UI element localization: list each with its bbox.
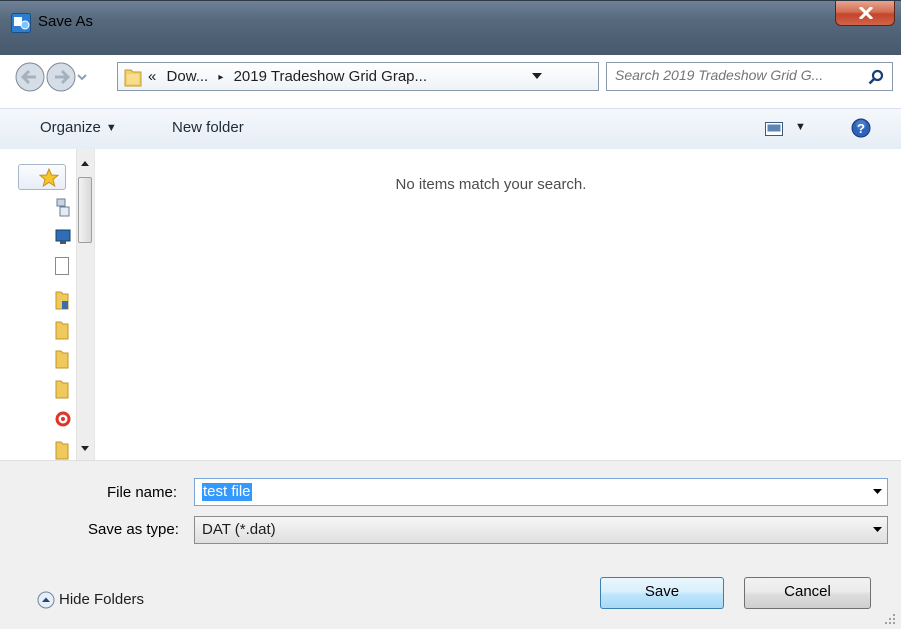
breadcrumb-separator-icon[interactable]: ▸ xyxy=(218,72,223,83)
search-box[interactable] xyxy=(606,62,893,91)
address-bar[interactable]: « Dow... ▸ 2019 Tradeshow Grid Grap... xyxy=(117,62,695,91)
folder-icon xyxy=(124,69,142,87)
save-as-type-dropdown-icon[interactable] xyxy=(873,527,882,532)
file-name-dropdown-icon[interactable] xyxy=(873,489,882,494)
title-bar[interactable]: Save As xyxy=(0,0,901,55)
search-input[interactable] xyxy=(615,67,860,83)
breadcrumb-downloads[interactable]: Dow... xyxy=(167,68,209,85)
scrollbar-thumb[interactable] xyxy=(78,177,92,243)
help-icon[interactable]: ? xyxy=(851,118,871,138)
empty-results-message: No items match your search. xyxy=(395,176,587,193)
chevron-up-circle-icon xyxy=(37,591,55,609)
file-name-combobox[interactable]: test file xyxy=(194,478,888,506)
folder-icon[interactable] xyxy=(55,320,69,340)
views-icon[interactable] xyxy=(765,122,783,136)
cancel-button[interactable]: Cancel xyxy=(744,577,871,609)
save-as-type-value: DAT (*.dat) xyxy=(202,521,276,538)
folder-icon[interactable] xyxy=(55,379,69,399)
navigation-pane-scrollbar[interactable] xyxy=(76,149,94,460)
folder-icon[interactable] xyxy=(55,440,69,460)
navigation-buttons xyxy=(14,60,114,94)
back-arrow-icon[interactable] xyxy=(15,62,45,92)
recent-pages-chevron-icon[interactable] xyxy=(77,74,87,81)
file-name-label: File name: xyxy=(107,484,178,501)
save-button[interactable]: Save xyxy=(600,577,724,609)
address-dropdown-icon[interactable] xyxy=(532,73,542,79)
resize-grip-icon[interactable] xyxy=(884,613,896,625)
file-list-area[interactable]: No items match your search. xyxy=(95,149,901,460)
save-as-type-select[interactable]: DAT (*.dat) xyxy=(194,516,888,544)
save-options-panel: File name: test file Save as type: DAT (… xyxy=(0,460,901,629)
scroll-down-arrow-icon[interactable] xyxy=(81,446,89,451)
breadcrumb-current-folder[interactable]: 2019 Tradeshow Grid Grap... xyxy=(234,68,427,85)
svg-text:?: ? xyxy=(857,121,865,136)
favorites-star-icon xyxy=(39,168,59,187)
organize-label: Organize xyxy=(40,119,101,136)
scroll-up-arrow-icon[interactable] xyxy=(81,161,89,166)
forward-arrow-icon[interactable] xyxy=(46,62,76,92)
document-icon[interactable] xyxy=(55,257,69,275)
save-as-app-icon xyxy=(11,13,31,33)
close-button[interactable] xyxy=(835,1,895,26)
folder-icon[interactable] xyxy=(55,290,69,310)
command-toolbar: Organize ▼ New folder ▼ ? xyxy=(0,108,901,150)
favorites-item[interactable] xyxy=(18,164,66,190)
desktop-icon[interactable] xyxy=(55,229,71,245)
close-icon xyxy=(859,7,873,19)
file-name-input[interactable]: test file xyxy=(202,483,252,501)
chevron-down-icon: ▼ xyxy=(105,122,117,134)
new-folder-button[interactable]: New folder xyxy=(172,119,244,136)
hide-folders-label: Hide Folders xyxy=(59,591,145,608)
address-overflow-chevron[interactable]: « xyxy=(148,68,156,85)
folder-icon[interactable] xyxy=(55,349,69,369)
views-chevron-down-icon[interactable]: ▼ xyxy=(795,121,806,133)
creative-cloud-icon[interactable] xyxy=(55,411,71,427)
window-title: Save As xyxy=(38,13,94,30)
network-places-icon[interactable] xyxy=(55,198,71,218)
save-as-type-label: Save as type: xyxy=(88,521,179,538)
search-icon[interactable] xyxy=(868,69,884,85)
organize-menu-button[interactable]: Organize ▼ xyxy=(40,119,117,136)
